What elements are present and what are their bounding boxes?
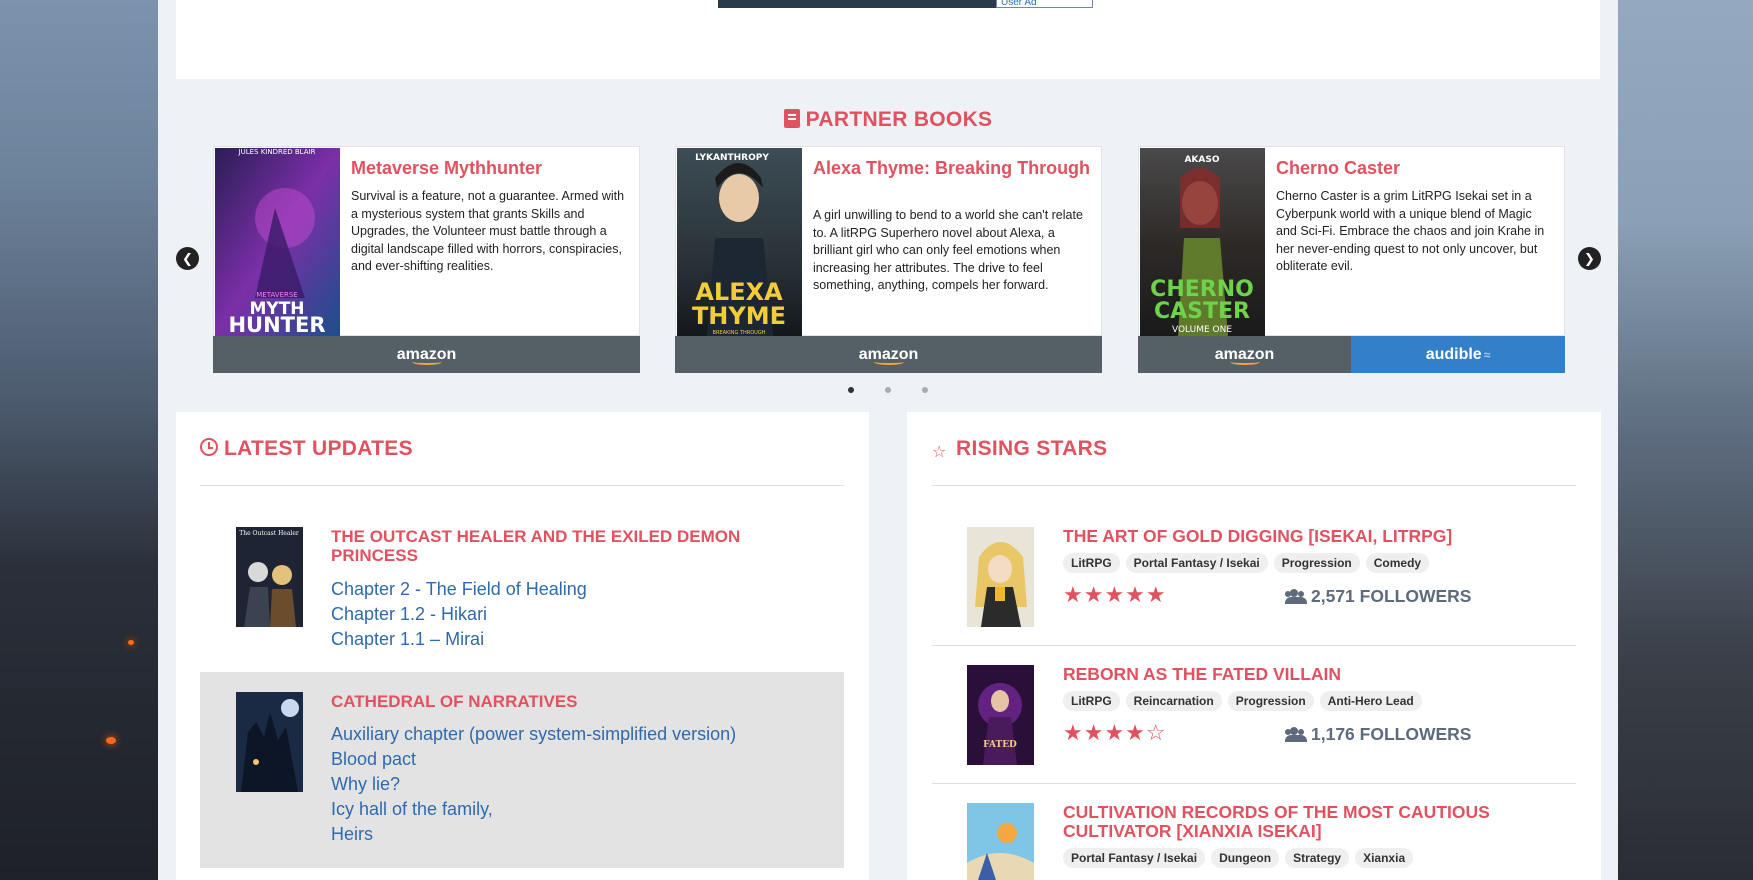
chapter-link[interactable]: Heirs — [331, 822, 736, 847]
star-rating: ★★★★★ — [1063, 582, 1167, 607]
tag-list: LitRPG Portal Fantasy / Isekai Progressi… — [1063, 553, 1430, 573]
partner-book-title[interactable]: Cherno Caster — [1276, 159, 1556, 178]
chapter-link[interactable]: Chapter 1.1 – Mirai — [331, 627, 587, 652]
chapter-link[interactable]: Why lie? — [331, 772, 736, 797]
chapter-link[interactable]: Icy hall of the family, — [331, 797, 736, 822]
latest-update-item: CATHEDRAL OF NARRATIVES Auxiliary chapte… — [200, 672, 844, 868]
carousel-next-button[interactable]: ❯ — [1578, 247, 1601, 270]
divider — [932, 645, 1576, 646]
background-left — [0, 0, 160, 880]
svg-text:METAVERSE: METAVERSE — [256, 291, 297, 299]
fiction-title[interactable]: CULTIVATION RECORDS OF THE MOST CAUTIOUS… — [1063, 803, 1523, 841]
book-cover-image[interactable]: AKASO CHERNO CASTER VOLUME ONE — [1140, 148, 1265, 336]
fiction-thumbnail[interactable] — [967, 527, 1034, 627]
genre-tag[interactable]: Portal Fantasy / Isekai — [1125, 553, 1268, 573]
amazon-button[interactable]: amazon — [213, 336, 640, 373]
partner-book-description: Cherno Caster is a grim LitRPG Isekai se… — [1276, 189, 1545, 273]
genre-tag[interactable]: LitRPG — [1063, 553, 1120, 573]
partner-book-card: JULES KINDRED BLAIR METAVERSE MYTH HUNTE… — [213, 146, 640, 373]
chapter-list: Chapter 2 - The Field of Healing Chapter… — [331, 577, 587, 652]
ad-container: User Ad — [176, 0, 1600, 79]
rising-star-item: CULTIVATION RECORDS OF THE MOST CAUTIOUS… — [932, 786, 1576, 880]
tag-list: LitRPG Reincarnation Progression Anti-He… — [1063, 691, 1422, 711]
fiction-title[interactable]: REBORN AS THE FATED VILLAIN — [1063, 665, 1523, 684]
chapter-link[interactable]: Auxiliary chapter (power system-simplifi… — [331, 722, 736, 747]
latest-updates-heading: LATEST UPDATES — [200, 437, 413, 461]
followers-count: 2,571 FOLLOWERS — [1285, 585, 1471, 607]
fiction-thumbnail[interactable]: The Outcast Healer — [236, 527, 303, 627]
genre-tag[interactable]: Reincarnation — [1125, 691, 1222, 711]
svg-text:LYKANTHROPY: LYKANTHROPY — [695, 153, 769, 163]
fiction-thumbnail[interactable] — [236, 692, 303, 792]
ember-decoration — [106, 737, 116, 744]
amazon-button[interactable]: amazon — [1138, 336, 1351, 373]
divider — [932, 485, 1576, 486]
svg-text:FATED: FATED — [983, 740, 1017, 750]
svg-text:VOLUME ONE: VOLUME ONE — [1172, 325, 1232, 335]
partner-book-card: AKASO CHERNO CASTER VOLUME ONE Cherno Ca… — [1138, 146, 1565, 373]
clock-icon — [200, 438, 218, 456]
shooting-star-icon: ☆ — [932, 444, 947, 461]
svg-text:CASTER: CASTER — [1154, 299, 1250, 324]
audible-button[interactable]: audible ≈ — [1351, 336, 1565, 373]
genre-tag[interactable]: Xianxia — [1355, 848, 1414, 868]
genre-tag[interactable]: Progression — [1227, 691, 1314, 711]
divider — [932, 783, 1576, 784]
chapter-list: Auxiliary chapter (power system-simplifi… — [331, 722, 736, 847]
partner-book-card: LYKANTHROPY ALEXA THYME BREAKING THROUGH… — [675, 146, 1102, 373]
users-icon — [1285, 589, 1307, 604]
latest-update-item: The Outcast Healer THE OUTCAST HEALER AN… — [200, 510, 844, 660]
genre-tag[interactable]: LitRPG — [1063, 691, 1120, 711]
partner-book-title[interactable]: Metaverse Mythhunter — [351, 159, 631, 178]
genre-tag[interactable]: Comedy — [1365, 553, 1430, 573]
book-cover-image[interactable]: JULES KINDRED BLAIR METAVERSE MYTH HUNTE… — [215, 148, 340, 337]
fiction-title[interactable]: THE OUTCAST HEALER AND THE EXILED DEMON … — [331, 527, 761, 565]
carousel-dot[interactable] — [922, 387, 928, 393]
genre-tag[interactable]: Anti-Hero Lead — [1319, 691, 1422, 711]
rising-star-item: THE ART OF GOLD DIGGING [ISEKAI, LITRPG]… — [932, 510, 1576, 645]
tag-list: Portal Fantasy / Isekai Dungeon Strategy… — [1063, 848, 1414, 868]
audible-wave-icon: ≈ — [1483, 348, 1491, 362]
partner-book-description: Survival is a feature, not a guarantee. … — [351, 189, 625, 273]
followers-count: 1,176 FOLLOWERS — [1285, 723, 1471, 745]
chapter-link[interactable]: Chapter 1.2 - Hikari — [331, 602, 587, 627]
fiction-title[interactable]: CATHEDRAL OF NARRATIVES — [331, 692, 761, 711]
latest-updates-title: LATEST UPDATES — [224, 437, 413, 460]
chapter-link[interactable]: Blood pact — [331, 747, 736, 772]
divider — [200, 485, 844, 486]
svg-text:The Outcast Healer: The Outcast Healer — [239, 530, 299, 537]
partner-books-heading: PARTNER BOOKS — [158, 108, 1618, 132]
svg-text:JULES KINDRED BLAIR: JULES KINDRED BLAIR — [238, 148, 316, 156]
users-icon — [1285, 727, 1307, 742]
genre-tag[interactable]: Portal Fantasy / Isekai — [1063, 848, 1206, 868]
svg-text:THYME: THYME — [692, 302, 786, 330]
partner-book-description: A girl unwilling to bend to a world she … — [813, 208, 1083, 292]
genre-tag[interactable]: Progression — [1273, 553, 1360, 573]
rising-stars-title: RISING STARS — [956, 437, 1108, 460]
fiction-thumbnail[interactable] — [967, 803, 1034, 880]
rising-star-item: FATED REBORN AS THE FATED VILLAIN LitRPG… — [932, 648, 1576, 783]
genre-tag[interactable]: Strategy — [1285, 848, 1350, 868]
fiction-title[interactable]: THE ART OF GOLD DIGGING [ISEKAI, LITRPG] — [1063, 527, 1523, 546]
rising-stars-heading: ☆ RISING STARS — [932, 437, 1107, 462]
ember-decoration — [128, 640, 134, 645]
carousel-dot[interactable] — [885, 387, 891, 393]
chapter-link[interactable]: Chapter 2 - The Field of Healing — [331, 577, 587, 602]
carousel-dot[interactable] — [848, 387, 854, 393]
svg-text:AKASO: AKASO — [1184, 155, 1219, 165]
svg-text:HUNTER: HUNTER — [228, 313, 325, 336]
carousel-prev-button[interactable]: ❮ — [176, 247, 199, 270]
book-icon — [783, 109, 800, 128]
fiction-thumbnail[interactable]: FATED — [967, 665, 1034, 765]
partner-books-title: PARTNER BOOKS — [805, 108, 993, 131]
partner-book-title[interactable]: Alexa Thyme: Breaking Through — [813, 159, 1093, 178]
amazon-button[interactable]: amazon — [675, 336, 1102, 373]
genre-tag[interactable]: Dungeon — [1211, 848, 1280, 868]
book-cover-image[interactable]: LYKANTHROPY ALEXA THYME BREAKING THROUGH — [677, 148, 802, 336]
ad-banner[interactable] — [718, 0, 996, 8]
star-rating: ★★★★☆ — [1063, 720, 1167, 745]
user-ad-link[interactable]: User Ad — [996, 0, 1093, 8]
